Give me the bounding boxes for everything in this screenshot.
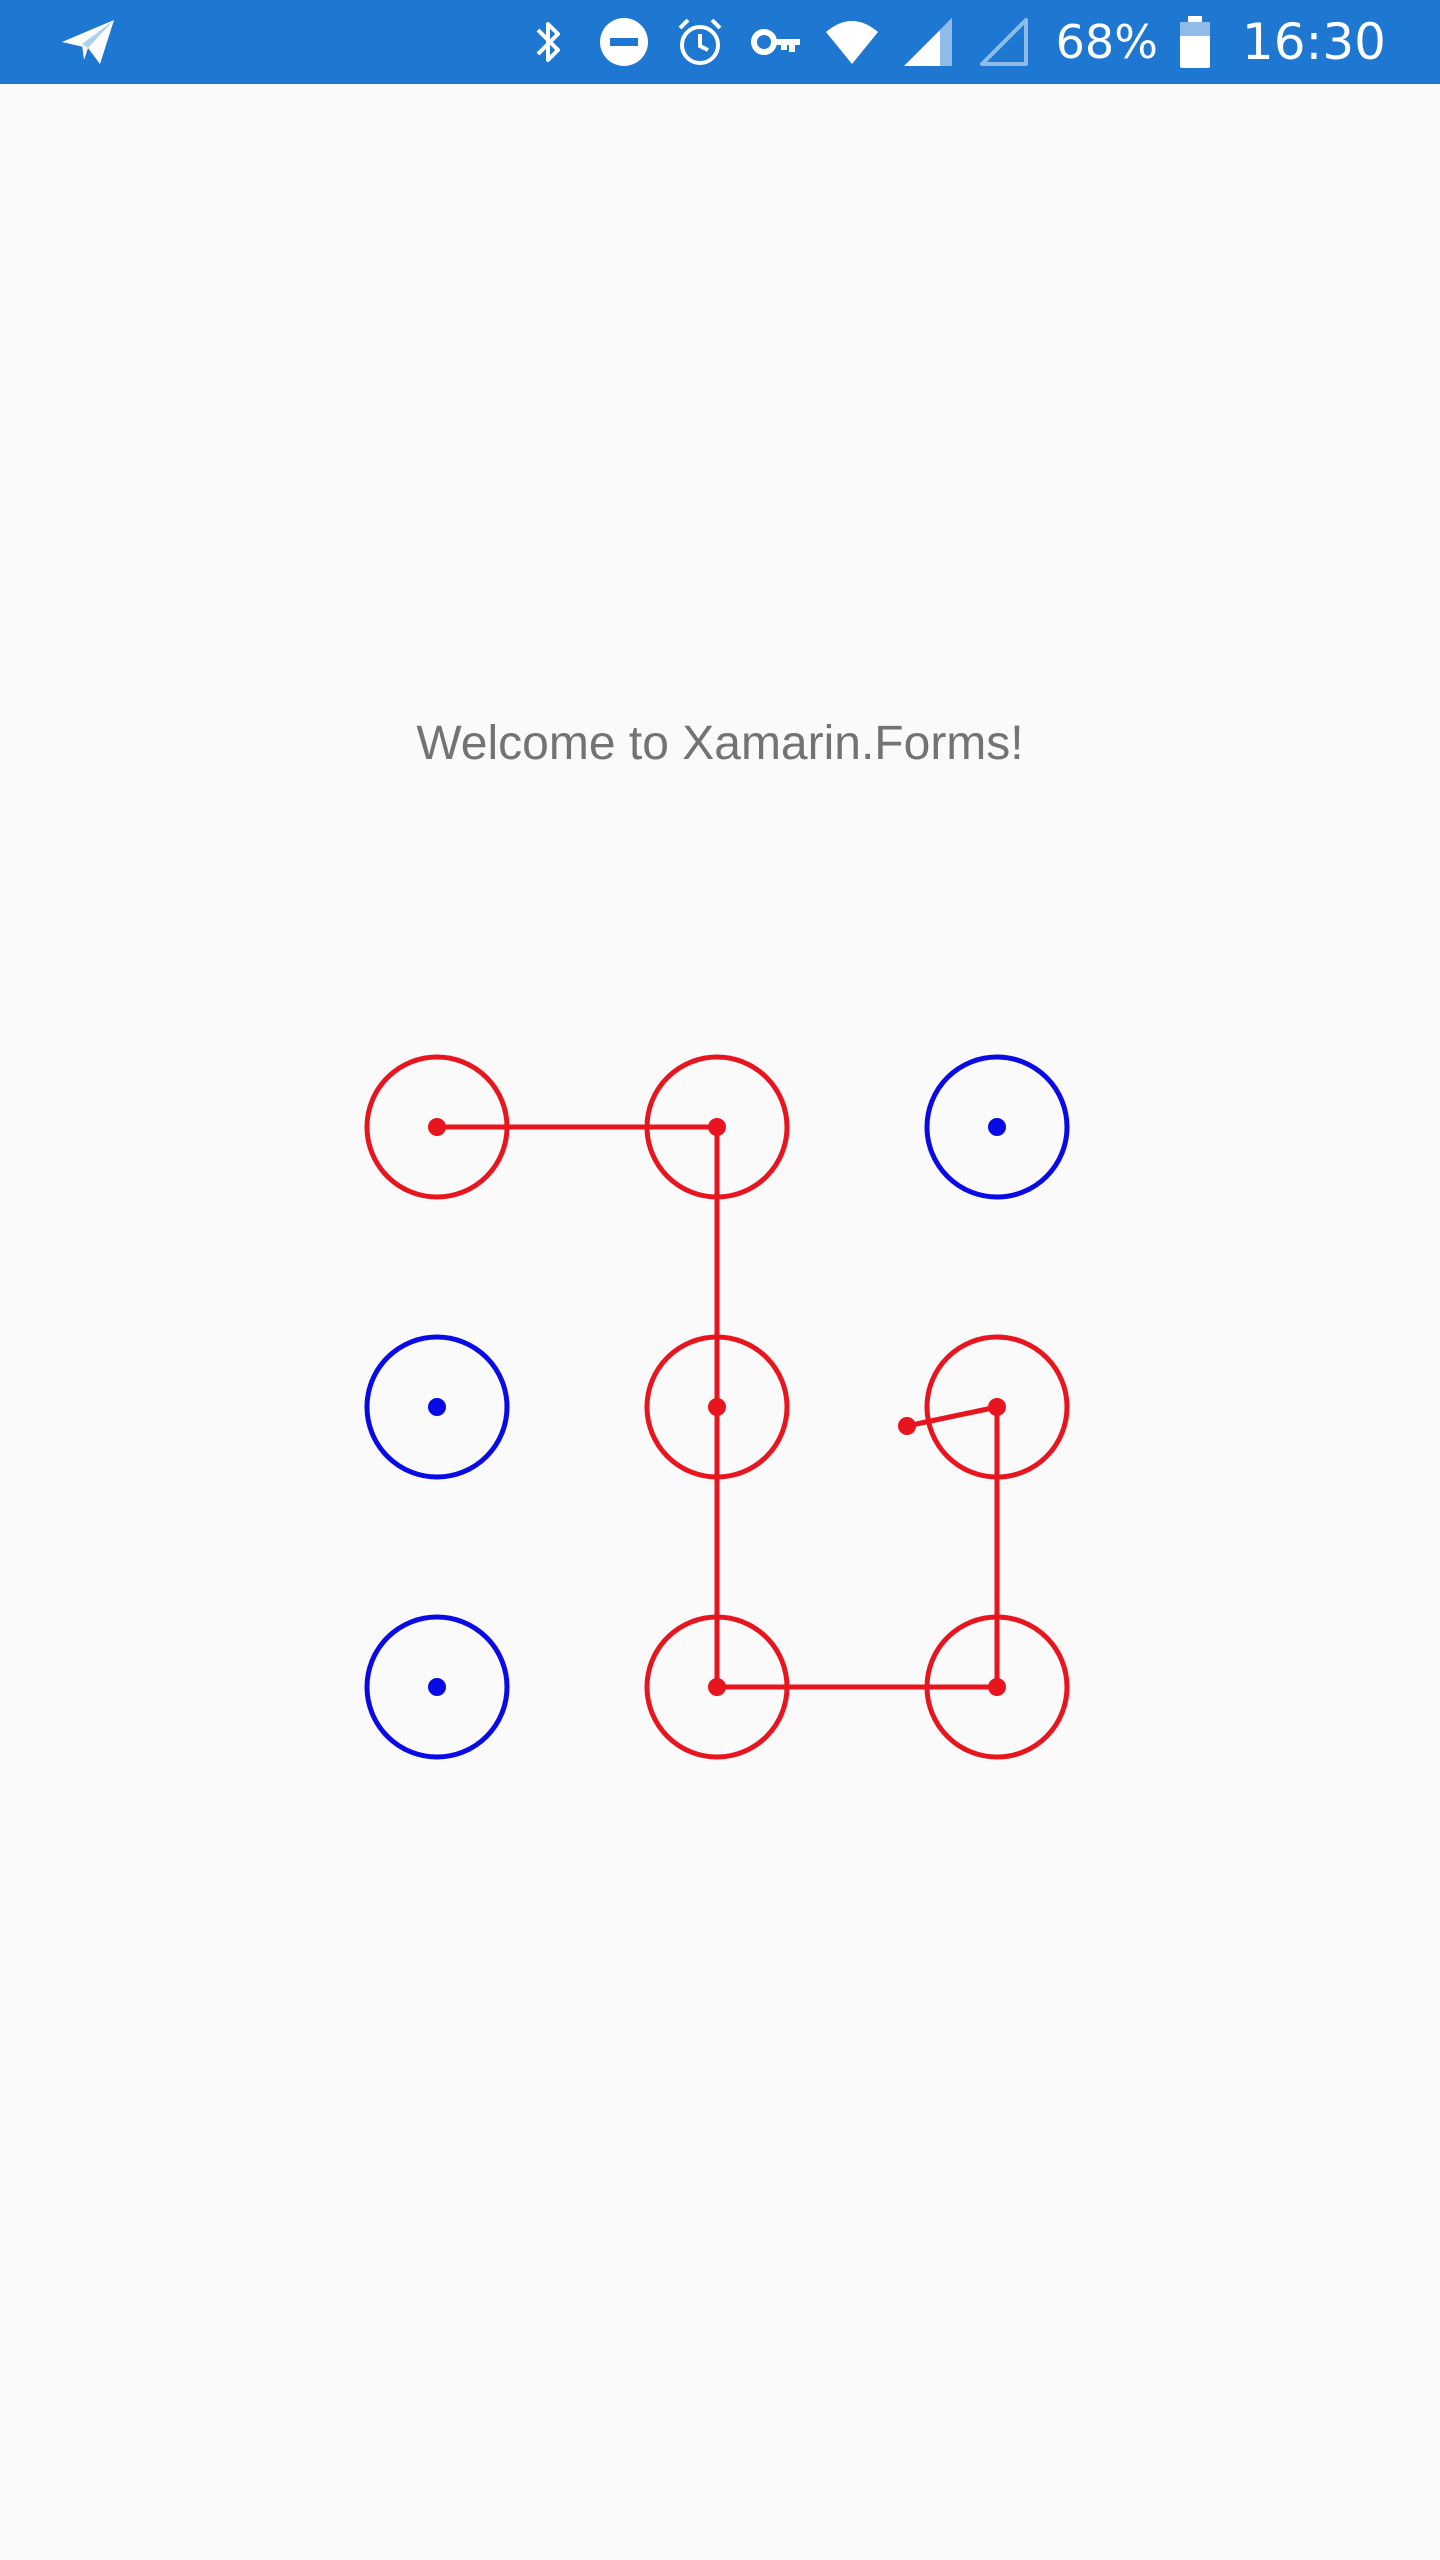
bluetooth-icon [520, 14, 576, 70]
status-bar: 68% 16:30 [0, 0, 1440, 84]
battery-icon [1178, 14, 1212, 70]
clock: 16:30 [1241, 13, 1386, 71]
battery-percent: 68% [1055, 15, 1158, 69]
status-icons: 68% 16:30 [520, 0, 1386, 84]
pattern-touch-point [898, 1417, 916, 1435]
pattern-lock[interactable] [0, 84, 1440, 2560]
pattern-drag-segment [906, 1404, 998, 1429]
do-not-disturb-icon [596, 14, 652, 70]
cell-signal-empty-icon [976, 14, 1032, 70]
pattern-node-r1-c3[interactable] [924, 1054, 1070, 1200]
pattern-node-dot [708, 1118, 726, 1136]
pattern-node-dot [708, 1678, 726, 1696]
pattern-node-dot [708, 1398, 726, 1416]
pattern-node-r3-c1[interactable] [364, 1614, 510, 1760]
pattern-node-dot [988, 1118, 1006, 1136]
alarm-icon [672, 14, 728, 70]
cell-signal-icon [900, 14, 956, 70]
pattern-node-r2-c1[interactable] [364, 1334, 510, 1480]
pattern-node-dot [428, 1118, 446, 1136]
vpn-key-icon [748, 14, 804, 70]
pattern-node-dot [988, 1678, 1006, 1696]
wifi-icon [824, 14, 880, 70]
paper-plane-icon [58, 14, 118, 70]
pattern-node-dot [428, 1678, 446, 1696]
pattern-node-dot [428, 1398, 446, 1416]
main-content: Welcome to Xamarin.Forms! [0, 84, 1440, 2560]
pattern-node-dot [988, 1398, 1006, 1416]
